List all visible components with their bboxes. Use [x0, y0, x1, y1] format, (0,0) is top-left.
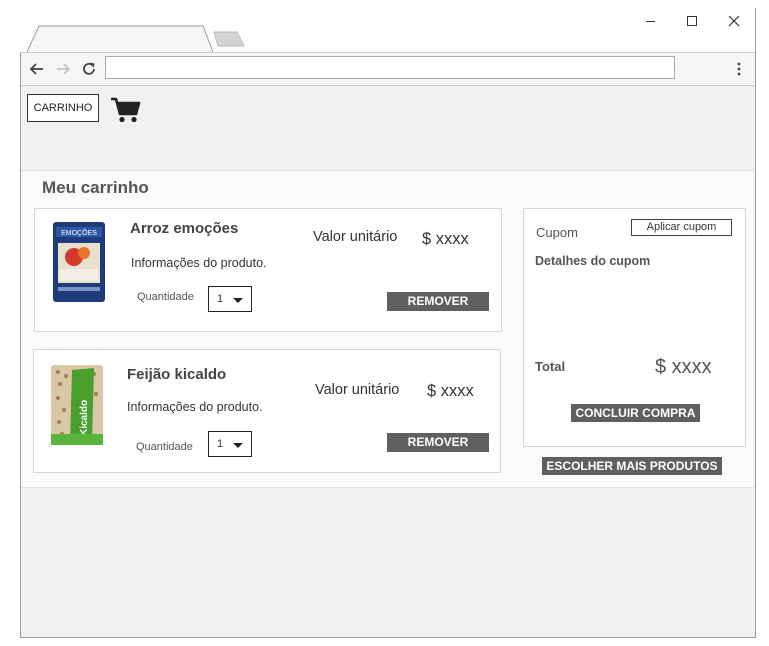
reload-icon[interactable]	[80, 60, 98, 78]
remove-button[interactable]: REMOVER	[387, 433, 489, 452]
browser-tab-active[interactable]	[27, 25, 213, 52]
quantity-select[interactable]: 1	[208, 286, 252, 312]
unit-price-value: $ xxxx	[427, 382, 474, 400]
product-info: Informações do produto.	[131, 256, 267, 270]
unit-price-value: $ xxxx	[422, 230, 469, 248]
new-tab-button[interactable]	[213, 31, 245, 47]
rice-package-image: EMOÇÕES	[53, 222, 105, 302]
back-arrow-icon[interactable]	[28, 60, 46, 78]
total-label: Total	[535, 359, 566, 374]
remove-button[interactable]: REMOVER	[387, 292, 489, 311]
vertical-dots-icon[interactable]	[730, 59, 748, 79]
page-title: Meu carrinho	[42, 178, 149, 197]
checkout-button[interactable]: CONCLUIR COMPRA	[571, 404, 700, 422]
address-bar[interactable]	[105, 56, 675, 79]
quantity-value: 1	[217, 438, 224, 450]
quantity-value: 1	[217, 293, 224, 305]
cart-nav-button[interactable]: CARRINHO	[27, 94, 99, 122]
quantity-label: Quantidade	[137, 291, 194, 303]
quantity-select[interactable]: 1	[208, 431, 252, 457]
product-name: Feijão kicaldo	[127, 366, 227, 383]
maximize-icon[interactable]	[681, 12, 703, 30]
quantity-label: Quantidade	[136, 441, 193, 453]
apply-coupon-button[interactable]: Aplicar cupom	[631, 219, 732, 236]
svg-text:Kicaldo: Kicaldo	[79, 400, 90, 436]
caret-down-icon	[233, 443, 243, 448]
forward-arrow-icon[interactable]	[54, 60, 72, 78]
coupon-label: Cupom	[536, 225, 578, 240]
coupon-details: Detalhes do cupom	[535, 254, 651, 268]
unit-price-label: Valor unitário	[315, 382, 400, 398]
choose-more-products-button[interactable]: ESCOLHER MAIS PRODUTOS	[542, 457, 722, 475]
caret-down-icon	[233, 298, 243, 303]
svg-text:EMOÇÕES: EMOÇÕES	[61, 228, 97, 237]
unit-price-label: Valor unitário	[313, 229, 398, 245]
shopping-cart-icon[interactable]	[110, 96, 142, 124]
total-value: $ xxxx	[655, 356, 712, 378]
minimize-icon[interactable]	[640, 12, 662, 30]
product-name: Arroz emoções	[130, 220, 239, 237]
beans-package-image: Kicaldo	[51, 365, 103, 445]
product-info: Informações do produto.	[127, 400, 263, 414]
close-icon[interactable]	[723, 12, 745, 30]
